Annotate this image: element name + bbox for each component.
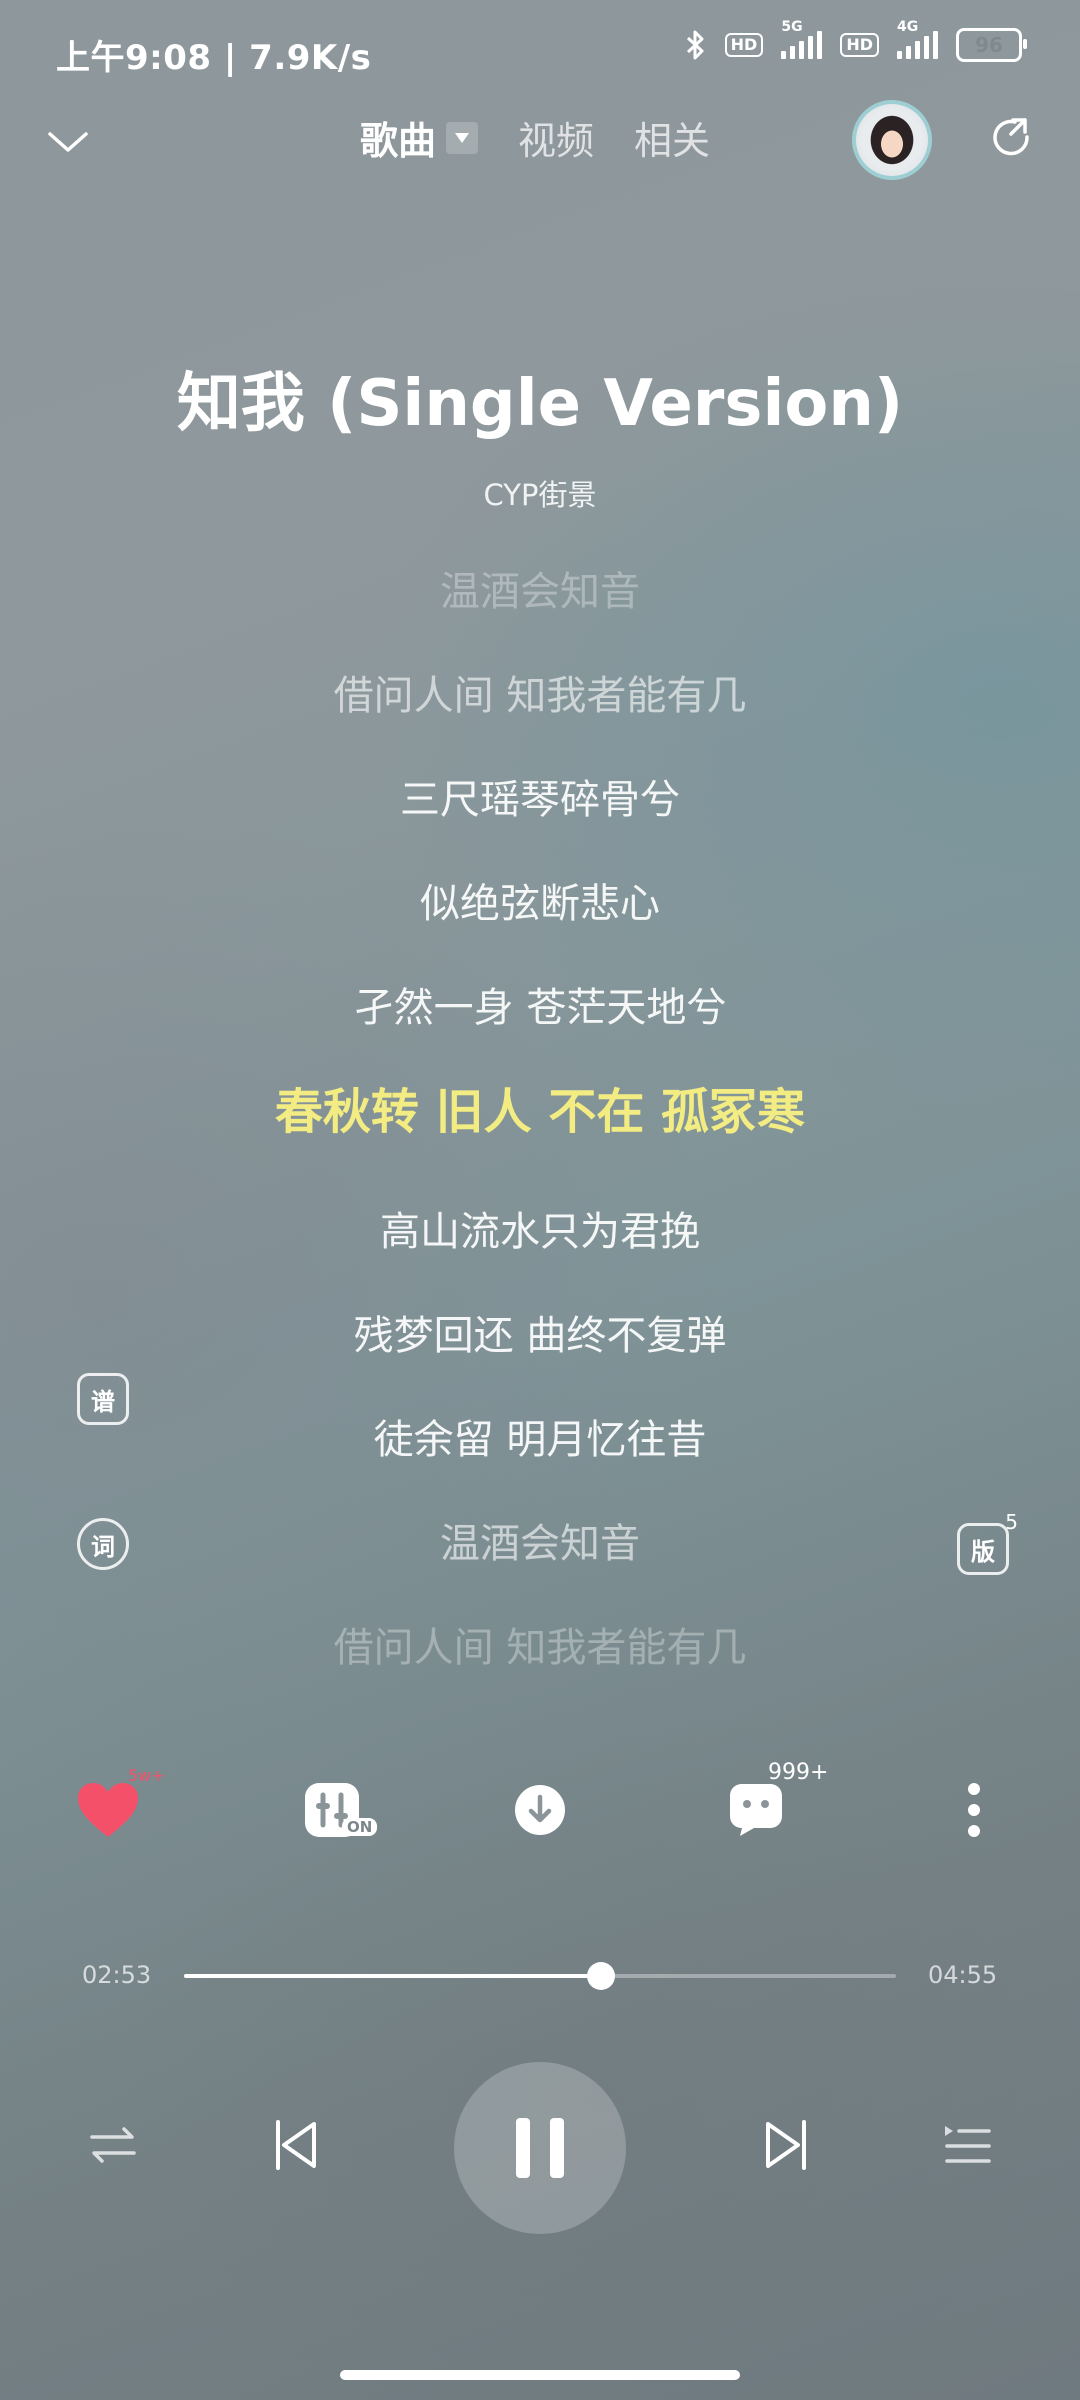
lyric-line[interactable]: 徒余留 明月忆往昔 bbox=[0, 1408, 1080, 1472]
lyric-line[interactable]: 借问人间 知我者能有几 bbox=[0, 664, 1080, 728]
chevron-down-icon bbox=[48, 132, 88, 152]
tab-bar: 歌曲 视频 相关 bbox=[360, 110, 710, 165]
progress-bar: 02:53 04:55 bbox=[0, 1955, 1080, 2015]
song-artist[interactable]: CYP街景 bbox=[0, 472, 1080, 514]
comment-count: 999+ bbox=[768, 1760, 829, 1785]
next-button[interactable] bbox=[754, 2112, 820, 2178]
previous-button[interactable] bbox=[262, 2112, 328, 2178]
status-icons: HD 5G HD 4G 96 bbox=[685, 19, 1027, 62]
version-count: 5 bbox=[1005, 1510, 1018, 1534]
top-nav: 歌曲 视频 相关 bbox=[0, 100, 1080, 210]
sound-effect-button[interactable]: ON bbox=[292, 1770, 378, 1850]
skip-previous-icon bbox=[276, 2120, 316, 2170]
download-button[interactable] bbox=[500, 1770, 580, 1850]
seek-thumb[interactable] bbox=[587, 1962, 616, 1990]
signal-4g-icon: 4G bbox=[897, 19, 938, 59]
more-button[interactable] bbox=[934, 1770, 1014, 1850]
skip-next-icon bbox=[766, 2120, 806, 2170]
lyric-icon: 词 bbox=[77, 1518, 129, 1570]
version-button[interactable]: 版 5 bbox=[954, 1510, 1018, 1578]
lyric-label: 词 bbox=[91, 1532, 115, 1561]
hd-badge: HD bbox=[724, 33, 764, 57]
battery-icon: 96 bbox=[956, 28, 1027, 62]
score-button[interactable]: 谱 bbox=[74, 1370, 132, 1428]
action-row: 5w+ ON 999+ bbox=[0, 1760, 1080, 1890]
lyric-style-button[interactable]: 词 bbox=[74, 1515, 132, 1573]
heart-icon bbox=[78, 1783, 138, 1837]
tab-song-label: 歌曲 bbox=[360, 119, 437, 163]
comment-icon bbox=[730, 1784, 782, 1836]
pause-button[interactable] bbox=[454, 2062, 626, 2234]
lyric-line-current[interactable]: 春秋转 旧人 不在 孤冢寒 bbox=[0, 1080, 1080, 1144]
lyric-line[interactable]: 孑然一身 苍茫天地兮 bbox=[0, 976, 1080, 1040]
repeat-order-icon bbox=[90, 2127, 136, 2163]
network-type: 5G bbox=[781, 19, 803, 35]
battery-level: 96 bbox=[975, 33, 1003, 57]
seek-fill bbox=[184, 1974, 602, 1978]
status-bar: 上午9:08 | 7.9K/s HD 5G HD 4G 96 bbox=[0, 0, 1080, 100]
bluetooth-icon bbox=[686, 30, 704, 60]
tab-song[interactable]: 歌曲 bbox=[360, 110, 479, 165]
playback-controls bbox=[0, 2060, 1080, 2240]
effect-on-badge: ON bbox=[342, 1818, 378, 1836]
tab-video[interactable]: 视频 bbox=[518, 110, 594, 165]
playlist-icon bbox=[945, 2126, 991, 2163]
dropdown-icon[interactable] bbox=[446, 121, 479, 154]
like-badge: 5w+ bbox=[128, 1766, 165, 1785]
score-icon: 谱 bbox=[77, 1373, 129, 1425]
collapse-button[interactable] bbox=[44, 118, 92, 166]
lyric-line[interactable]: 借问人间 知我者能有几 bbox=[0, 1616, 1080, 1680]
playlist-button[interactable] bbox=[936, 2114, 998, 2176]
lyric-line[interactable]: 残梦回还 曲终不复弹 bbox=[0, 1304, 1080, 1368]
lyric-line[interactable]: 温酒会知音 bbox=[0, 1512, 1080, 1576]
tab-related[interactable]: 相关 bbox=[634, 110, 710, 165]
more-vertical-icon bbox=[968, 1783, 980, 1837]
comment-button[interactable]: 999+ bbox=[716, 1760, 828, 1850]
total-time: 04:55 bbox=[928, 1961, 998, 1989]
elapsed-time: 02:53 bbox=[82, 1961, 152, 1989]
lyric-line[interactable]: 高山流水只为君挽 bbox=[0, 1200, 1080, 1264]
hd-badge-2: HD bbox=[840, 33, 879, 57]
home-indicator[interactable] bbox=[340, 2370, 740, 2380]
pause-icon bbox=[516, 2118, 564, 2178]
lyric-line[interactable]: 似绝弦断悲心 bbox=[0, 872, 1080, 936]
score-label: 谱 bbox=[91, 1387, 115, 1416]
share-icon bbox=[993, 118, 1029, 156]
download-icon bbox=[515, 1785, 565, 1835]
lyric-line[interactable]: 温酒会知音 bbox=[0, 560, 1080, 624]
status-time: 上午9:08 | 7.9K/s bbox=[56, 38, 372, 78]
signal-5g-icon: 5G bbox=[781, 19, 823, 59]
version-icon: 版 bbox=[957, 1523, 1009, 1575]
like-button[interactable]: 5w+ bbox=[68, 1766, 165, 1850]
avatar[interactable] bbox=[852, 100, 932, 180]
seek-track[interactable] bbox=[184, 1962, 896, 1990]
lyric-line[interactable]: 三尺瑶琴碎骨兮 bbox=[0, 768, 1080, 832]
play-mode-button[interactable] bbox=[82, 2114, 144, 2176]
song-title: 知我 (Single Version) bbox=[176, 367, 904, 441]
version-label: 版 bbox=[971, 1537, 995, 1566]
network-type-2: 4G bbox=[897, 19, 919, 35]
share-button[interactable] bbox=[984, 110, 1040, 166]
